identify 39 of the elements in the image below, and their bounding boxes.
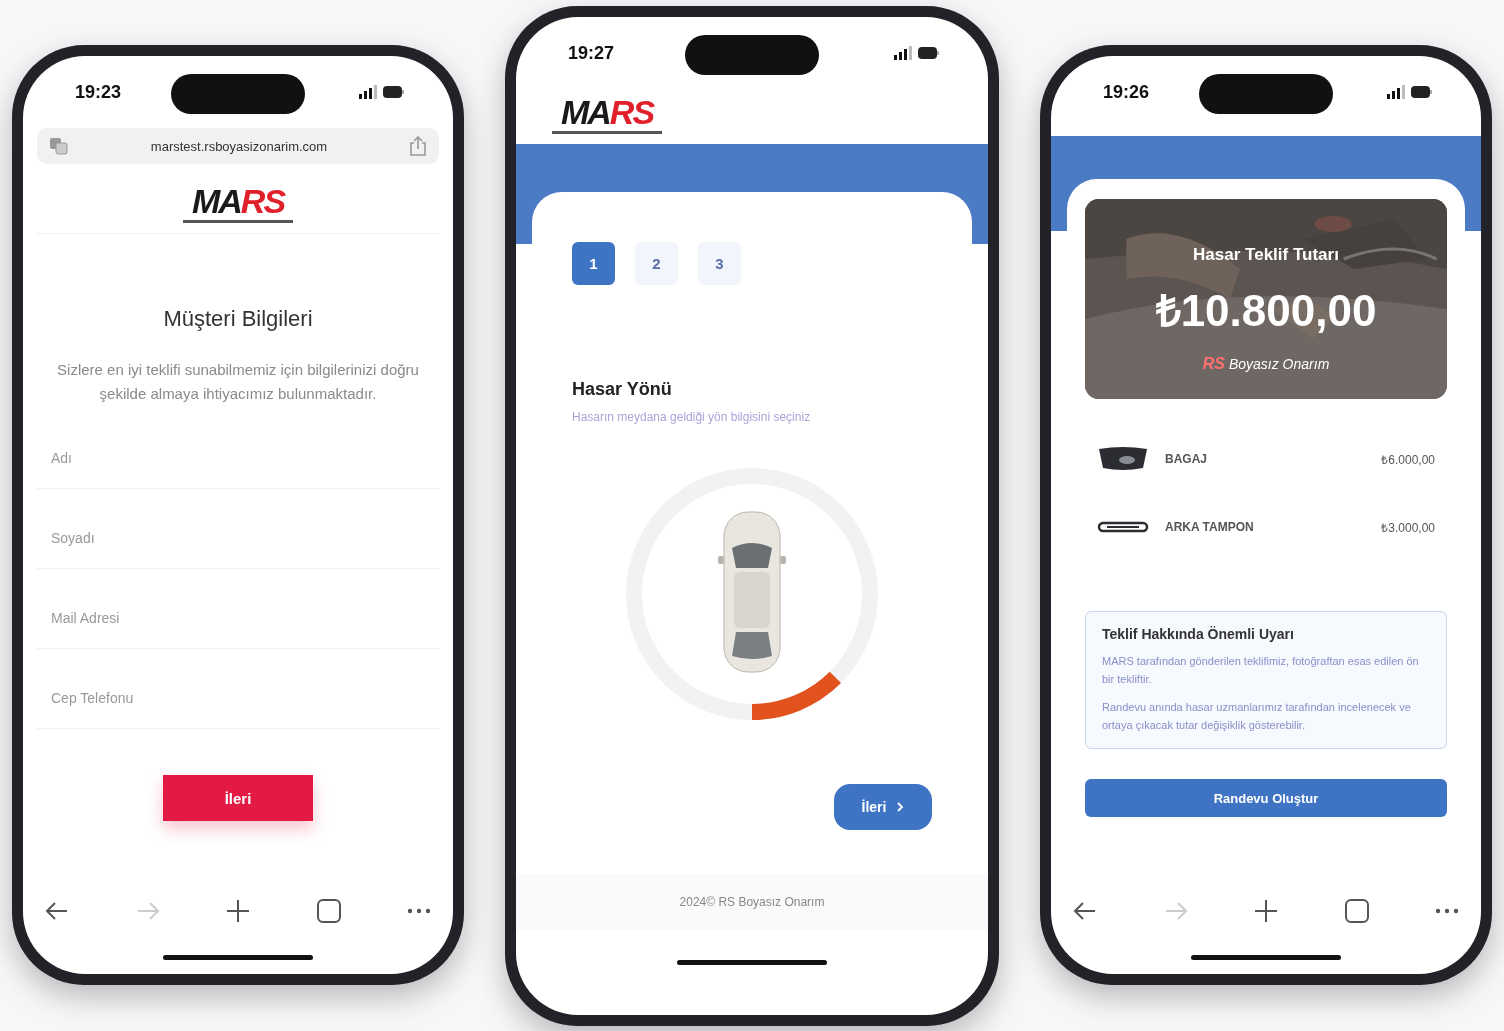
tabs-icon[interactable] xyxy=(1342,897,1371,925)
brand-logo: RS Boyasız Onarım xyxy=(1202,355,1330,373)
chevron-icon xyxy=(896,802,905,812)
signal-battery-icon xyxy=(894,45,940,61)
form-title: Müşteri Bilgileri xyxy=(162,306,314,332)
status-time: 19:27 xyxy=(568,42,615,64)
logo: MARS xyxy=(552,95,662,134)
status-time: 19:26 xyxy=(1103,81,1150,103)
next-button[interactable]: İleri xyxy=(834,784,932,830)
logo: MARS xyxy=(183,184,293,223)
offer-label: Hasar Teklif Tutarı xyxy=(1193,245,1339,265)
plus-icon[interactable] xyxy=(224,897,252,925)
plus-icon[interactable] xyxy=(1252,897,1280,925)
tabs-icon[interactable] xyxy=(314,897,343,925)
part-price: ₺6.000,00 xyxy=(1381,451,1435,468)
copyright-text: 2024© RS Boyasız Onarım xyxy=(679,895,825,909)
section-title: Hasar Yönü xyxy=(572,379,673,400)
status-time: 19:23 xyxy=(75,81,122,103)
part-name: BAGAJ xyxy=(1165,452,1207,466)
signal-battery-icon xyxy=(1387,84,1433,100)
step-tab[interactable]: 3 xyxy=(698,242,741,285)
step-tab[interactable]: 1 xyxy=(572,242,615,285)
trunk-icon xyxy=(1097,446,1149,472)
bumper-icon xyxy=(1097,519,1149,535)
warning-text: Randevu anında hasar uzmanlarımız tarafından incelenecek ve ortaya çıkacak tutar değişiklik gösterebilir. xyxy=(1102,700,1412,733)
address-bar[interactable]: marstest.rsboyasizonarim.com xyxy=(37,128,439,164)
translate-icon xyxy=(49,137,69,155)
next-button[interactable]: İleri xyxy=(163,775,313,821)
share-icon xyxy=(409,136,427,156)
warning-text: MARS tarafından gönderilen teklifimiz, fotoğraftan esas edilen ön bir tekliftir. xyxy=(1102,654,1420,687)
warning-title: Teklif Hakkında Önemli Uyarı xyxy=(1102,626,1295,642)
section-subtitle: Hasarın meydana geldiği yön bilgisini seçiniz xyxy=(572,410,812,424)
part-price: ₺3.000,00 xyxy=(1381,519,1435,536)
signal-battery-icon xyxy=(359,84,405,100)
appointment-button[interactable]: Randevu Oluştur xyxy=(1085,779,1447,817)
form-description: Sizlere en iyi teklifi sunabilmemiz için bilgilerinizi doğru şekilde almaya ihtiyacımız bulunmaktadır. xyxy=(56,360,420,404)
part-name: ARKA TAMPON xyxy=(1165,520,1254,534)
step-tab[interactable]: 2 xyxy=(635,242,678,285)
offer-amount: ₺10.800,00 xyxy=(1155,285,1377,337)
